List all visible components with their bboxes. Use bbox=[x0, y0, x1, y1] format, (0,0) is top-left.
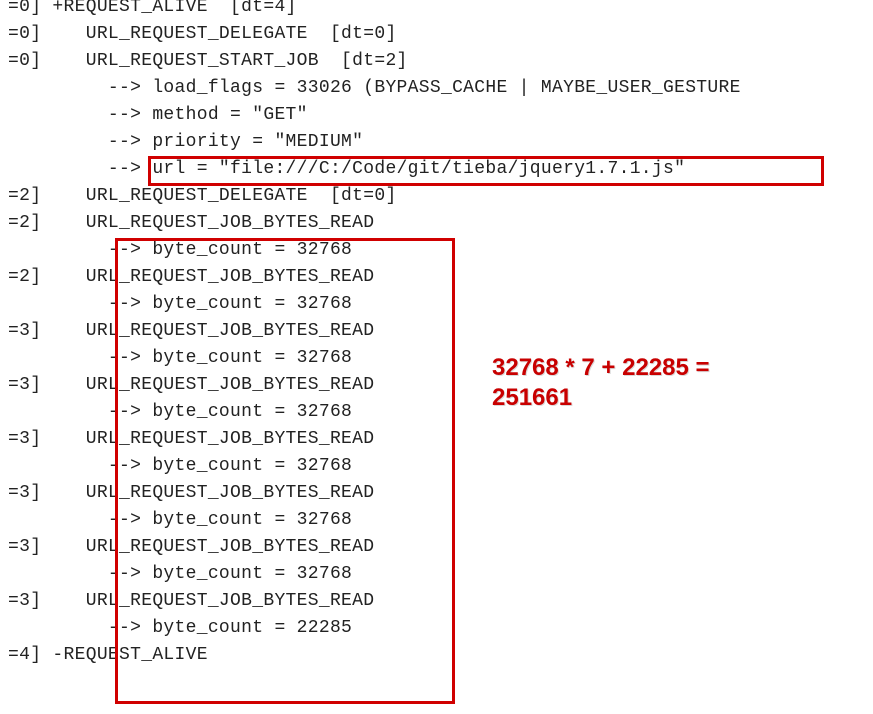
log-line: --> byte_count = 32768 bbox=[8, 237, 741, 264]
log-line: =2] URL_REQUEST_JOB_BYTES_READ bbox=[8, 264, 741, 291]
log-line: --> byte_count = 22285 bbox=[8, 615, 741, 642]
log-line: =3] URL_REQUEST_JOB_BYTES_READ bbox=[8, 426, 741, 453]
log-line: --> byte_count = 32768 bbox=[8, 453, 741, 480]
log-line: =0] +REQUEST_ALIVE [dt=4] bbox=[8, 0, 741, 21]
log-line: --> load_flags = 33026 (BYPASS_CACHE | M… bbox=[8, 75, 741, 102]
log-line: =2] URL_REQUEST_JOB_BYTES_READ bbox=[8, 210, 741, 237]
log-line: --> method = "GET" bbox=[8, 102, 741, 129]
log-line: =3] URL_REQUEST_JOB_BYTES_READ bbox=[8, 588, 741, 615]
log-line: =3] URL_REQUEST_JOB_BYTES_READ bbox=[8, 480, 741, 507]
log-line: --> byte_count = 32768 bbox=[8, 345, 741, 372]
log-line: =3] URL_REQUEST_JOB_BYTES_READ bbox=[8, 372, 741, 399]
log-line: --> byte_count = 32768 bbox=[8, 561, 741, 588]
log-line: =3] URL_REQUEST_JOB_BYTES_READ bbox=[8, 318, 741, 345]
log-line: --> byte_count = 32768 bbox=[8, 291, 741, 318]
log-line: =2] URL_REQUEST_DELEGATE [dt=0] bbox=[8, 183, 741, 210]
log-line: =0] URL_REQUEST_START_JOB [dt=2] bbox=[8, 48, 741, 75]
log-output: =0] +REQUEST_ALIVE [dt=4] =0] URL_REQUES… bbox=[8, 0, 741, 669]
log-line-url: --> url = "file:///C:/Code/git/tieba/jqu… bbox=[8, 156, 741, 183]
log-line: =3] URL_REQUEST_JOB_BYTES_READ bbox=[8, 534, 741, 561]
log-line: --> byte_count = 32768 bbox=[8, 399, 741, 426]
log-line: =4] -REQUEST_ALIVE bbox=[8, 642, 741, 669]
log-line: --> priority = "MEDIUM" bbox=[8, 129, 741, 156]
log-line: --> byte_count = 32768 bbox=[8, 507, 741, 534]
log-line: =0] URL_REQUEST_DELEGATE [dt=0] bbox=[8, 21, 741, 48]
